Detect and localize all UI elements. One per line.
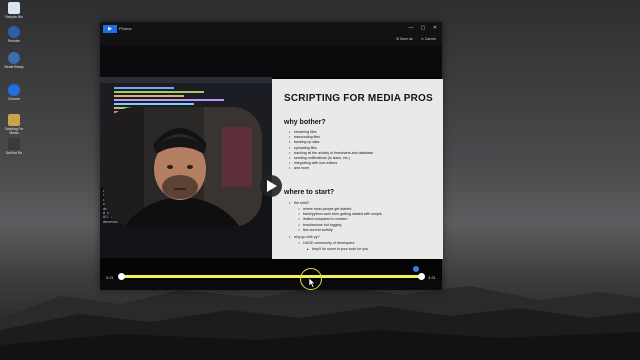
title-bar: ▶ Photos — ▢ ✕ 🖫 Save as ✕ Cancel — [100, 22, 442, 46]
app-badge: ▶ — [103, 25, 117, 33]
cancel-button[interactable]: ✕ Cancel — [421, 36, 436, 43]
recycle-bin-icon — [8, 2, 20, 14]
code-line — [114, 103, 194, 105]
resolve-icon — [8, 26, 20, 38]
code-line — [114, 99, 224, 101]
maximize-button[interactable]: ▢ — [418, 24, 428, 32]
slide-section-heading: why bother? — [284, 119, 326, 126]
slide-sub-bullet: HUGE community of developers — [298, 241, 354, 246]
trim-end-handle[interactable] — [417, 273, 425, 280]
code-line — [114, 91, 204, 93]
presenter-webcam — [104, 107, 262, 227]
presentation-slide: SCRIPTING FOR MEDIA PROS why bother? ren… — [272, 79, 443, 259]
slide-sub-bullet-list: HUGE community of developers — [298, 241, 354, 246]
window-title: Photos — [119, 26, 132, 31]
play-button[interactable] — [260, 175, 282, 197]
media-ready-shortcut[interactable]: Media Ready — [2, 52, 26, 69]
code-line — [114, 95, 184, 97]
save-as-button[interactable]: 🖫 Save as — [396, 36, 413, 43]
trim-range-fill — [121, 275, 421, 278]
trim-track[interactable] — [117, 273, 425, 280]
presenter-image — [104, 107, 262, 227]
photos-window: ▶ Photos — ▢ ✕ 🖫 Save as ✕ Cancel davesh… — [100, 22, 443, 290]
playhead-marker[interactable] — [413, 266, 419, 272]
slide-bullet: and more — [289, 166, 373, 171]
slide-sub-sub-bullet-list: they'll do some in your work for you — [307, 247, 368, 252]
editor-menu-bar — [100, 77, 272, 83]
chrome-shortcut[interactable]: Chrome — [2, 84, 26, 101]
media-ready-icon — [8, 52, 20, 64]
mouse-cursor-icon — [309, 278, 316, 288]
video-frame[interactable]: davesharts@ferrari:~$ cd workbook davesh… — [100, 77, 443, 280]
slide-sub-bullet-list: where most people get started bash/pytho… — [298, 207, 382, 233]
slide-section-heading: where to start? — [284, 189, 335, 196]
minimize-button[interactable]: — — [406, 24, 416, 32]
slide-bullet: why go with py? — [289, 235, 320, 240]
slide-bullet-list: the shell? — [289, 201, 309, 206]
close-button[interactable]: ✕ — [430, 24, 440, 32]
slide-sub-bullet: few current activity — [298, 228, 382, 233]
resolve-shortcut[interactable]: Resolve — [2, 26, 26, 43]
davinci-shortcut[interactable]: DaVinci Re — [2, 138, 26, 155]
recycle-bin-shortcut[interactable]: Recycle Bin — [2, 2, 26, 19]
slide-bullet-list: renaming files transcoding files backing… — [289, 130, 373, 172]
video-file-icon — [8, 114, 20, 126]
slide-sub-sub-bullet: they'll do some in your work for you — [307, 247, 368, 252]
slide-title: SCRIPTING FOR MEDIA PROS — [284, 93, 433, 104]
trim-end-time: 3:21 — [428, 275, 436, 280]
trim-start-handle[interactable] — [117, 273, 125, 280]
slide-bullet: the shell? — [289, 201, 309, 206]
code-line — [114, 87, 174, 89]
chrome-icon — [8, 84, 20, 96]
play-icon — [267, 180, 277, 192]
scripting-for-media-shortcut[interactable]: Scripting For Media — [2, 114, 26, 135]
trim-start-time: 0:21 — [106, 275, 114, 280]
slide-bullet-list: why go with py? — [289, 235, 320, 240]
video-file-icon — [8, 138, 20, 150]
